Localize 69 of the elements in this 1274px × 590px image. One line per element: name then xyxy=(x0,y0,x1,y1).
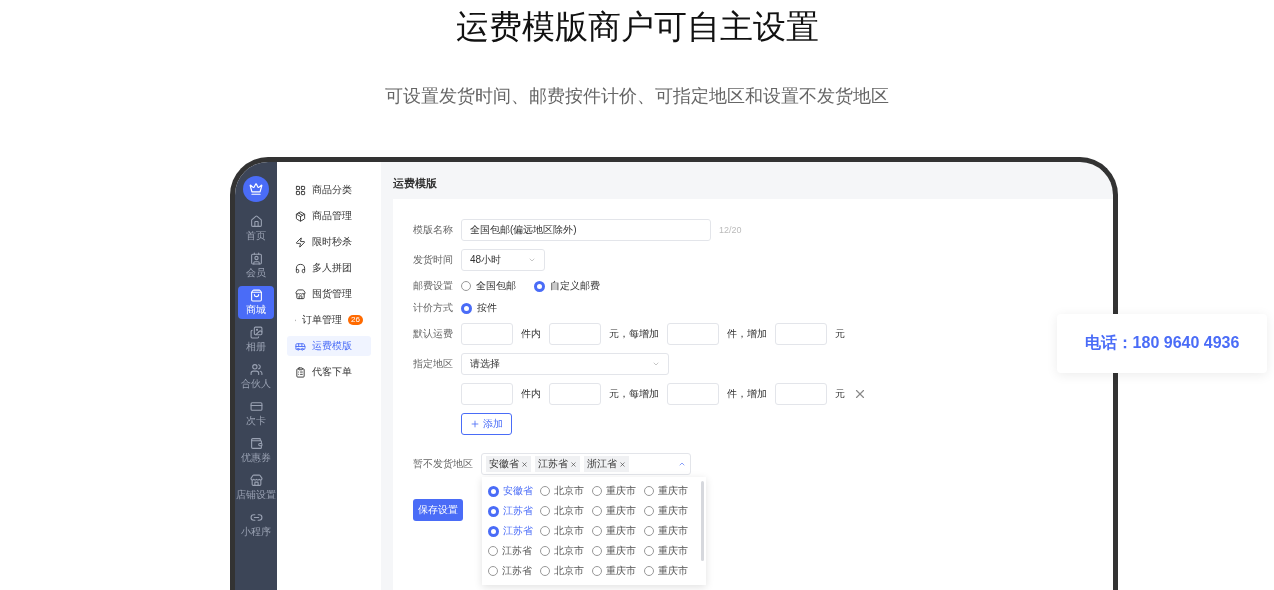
region-option[interactable]: 重庆市 xyxy=(644,501,696,521)
region-option[interactable]: 重庆市 xyxy=(592,541,644,561)
field-label: 发货时间 xyxy=(413,253,453,267)
region-option[interactable]: 重庆市 xyxy=(644,561,696,581)
rail-item[interactable]: 相册 xyxy=(238,323,274,356)
radio-option[interactable]: 按件 xyxy=(461,301,497,315)
region-option[interactable]: 江苏省 xyxy=(488,521,540,541)
unit-text: 元 xyxy=(835,387,845,401)
rail-item[interactable]: 次卡 xyxy=(238,397,274,430)
region-option[interactable]: 重庆市 xyxy=(644,521,696,541)
radio-option[interactable]: 自定义邮费 xyxy=(534,279,600,293)
region-option[interactable]: 北京市 xyxy=(540,481,592,501)
page-heading: 运费模版商户可自主设置 xyxy=(454,7,820,47)
input-field[interactable]: 全国包邮(偏远地区除外) xyxy=(461,219,711,241)
menu-item[interactable]: 订单管理 26 xyxy=(287,310,371,330)
region-tag[interactable]: 江苏省 xyxy=(535,456,580,472)
region-option[interactable]: 北京市 xyxy=(540,541,592,561)
menu-item[interactable]: 商品分类 xyxy=(287,180,371,200)
field-label: 暂不发货地区 xyxy=(413,457,473,471)
field-label: 邮费设置 xyxy=(413,279,453,293)
unit-text: 元，每增加 xyxy=(609,327,659,341)
region-tag[interactable]: 安徽省 xyxy=(486,456,531,472)
rail-item[interactable]: 优惠券 xyxy=(238,434,274,467)
region-option[interactable]: 重庆市 xyxy=(644,481,696,501)
select-field[interactable]: 请选择 xyxy=(461,353,669,375)
menu-item[interactable]: 多人拼团 xyxy=(287,258,371,278)
region-option[interactable]: 北京市 xyxy=(540,561,592,581)
region-option[interactable]: 江苏省 xyxy=(488,561,540,581)
count-badge: 26 xyxy=(348,315,363,325)
rail-item[interactable]: 店铺设置 xyxy=(238,471,274,504)
menu-item[interactable]: 限时秒杀 xyxy=(287,232,371,252)
field-label: 计价方式 xyxy=(413,301,453,315)
select-field[interactable]: 48小时 xyxy=(461,249,545,271)
page-subtitle: 可设置发货时间、邮费按件计价、可指定地区和设置不发货地区 xyxy=(384,85,890,108)
region-option[interactable]: 重庆市 xyxy=(592,521,644,541)
rail-item[interactable]: 商城 xyxy=(238,286,274,319)
unit-text: 元，每增加 xyxy=(609,387,659,401)
char-count: 12/20 xyxy=(719,225,742,235)
rail-item[interactable]: 合伙人 xyxy=(238,360,274,393)
rail-item[interactable]: 首页 xyxy=(238,212,274,245)
region-option[interactable]: 重庆市 xyxy=(592,501,644,521)
menu-item[interactable]: 商品管理 xyxy=(287,206,371,226)
unit-text: 件内 xyxy=(521,387,541,401)
phone-contact: 电话：180 9640 4936 xyxy=(1057,314,1267,373)
region-option[interactable]: 重庆市 xyxy=(644,541,696,561)
unit-text: 件，增加 xyxy=(727,327,767,341)
unit-text: 件，增加 xyxy=(727,387,767,401)
region-option[interactable]: 重庆市 xyxy=(592,561,644,581)
region-option[interactable]: 北京市 xyxy=(540,501,592,521)
add-button[interactable]: 添加 xyxy=(461,413,512,435)
menu-item[interactable]: 运费模版 xyxy=(287,336,371,356)
rail-item[interactable]: 小程序 xyxy=(238,508,274,541)
region-option[interactable]: 江苏省 xyxy=(488,501,540,521)
menu-item[interactable]: 囤货管理 xyxy=(287,284,371,304)
region-option[interactable]: 江苏省 xyxy=(488,541,540,561)
unit-text: 元 xyxy=(835,327,845,341)
section-title: 运费模版 xyxy=(392,176,438,191)
region-option[interactable]: 安徽省 xyxy=(488,481,540,501)
field-label: 模版名称 xyxy=(413,223,453,237)
field-label: 默认运费 xyxy=(413,327,453,341)
field-label: 指定地区 xyxy=(413,357,453,371)
region-option[interactable]: 重庆市 xyxy=(592,481,644,501)
region-tag[interactable]: 浙江省 xyxy=(584,456,629,472)
region-option[interactable]: 北京市 xyxy=(540,521,592,541)
menu-item[interactable]: 代客下单 xyxy=(287,362,371,382)
unit-text: 件内 xyxy=(521,327,541,341)
radio-option[interactable]: 全国包邮 xyxy=(461,279,516,293)
rail-item[interactable]: 会员 xyxy=(238,249,274,282)
save-button[interactable]: 保存设置 xyxy=(413,499,463,521)
